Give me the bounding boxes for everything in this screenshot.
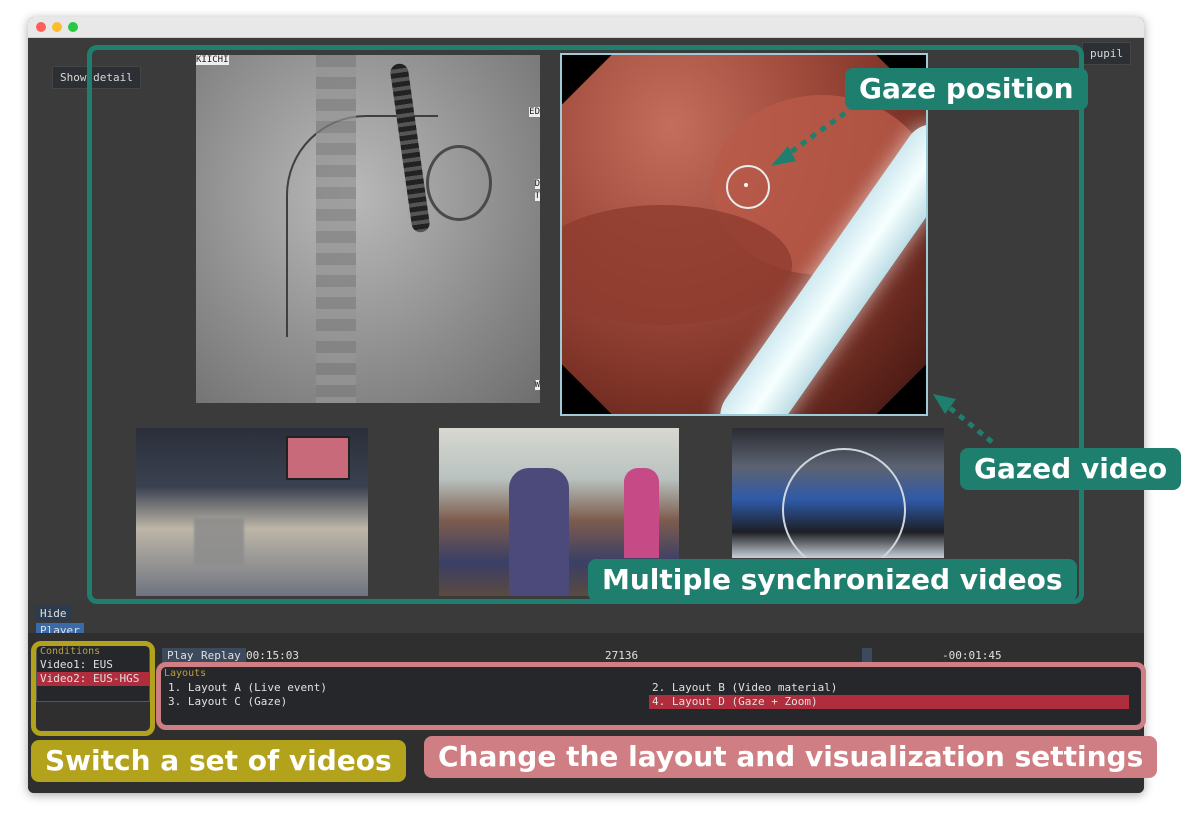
multiple-videos-label: Multiple synchronized videos <box>588 559 1077 601</box>
gazed-video-label: Gazed video <box>960 448 1182 490</box>
gaze-position-label: Gaze position <box>845 68 1088 110</box>
switch-set-label: Switch a set of videos <box>31 740 406 782</box>
annotation-arrows <box>771 110 994 444</box>
change-layout-label: Change the layout and visualization sett… <box>424 736 1158 778</box>
